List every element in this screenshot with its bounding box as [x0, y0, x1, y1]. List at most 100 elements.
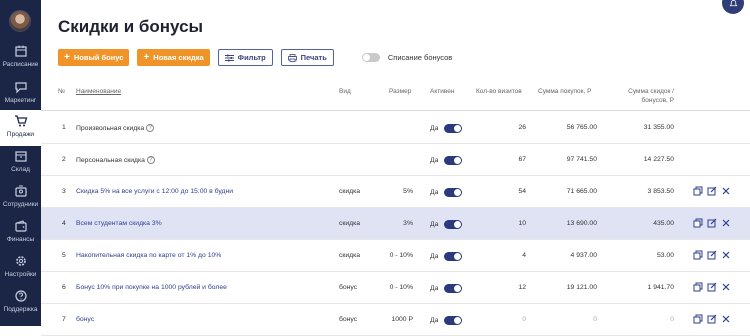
table-row[interactable]: 3 Скидка 5% на все услуги с 12:00 до 15:0… — [41, 176, 750, 208]
sidebar-item-label: Поддержка — [3, 306, 38, 313]
plus-icon: + — [143, 51, 150, 63]
print-label: Печать — [300, 53, 327, 62]
edit-icon[interactable] — [707, 282, 717, 292]
table-row[interactable]: 6 Бонус 10% при покупке на 1000 рублей и … — [41, 272, 750, 304]
copy-icon[interactable] — [693, 314, 703, 324]
chat-icon — [14, 82, 27, 94]
row-num: 7 — [62, 316, 66, 323]
table-row[interactable]: 1 Произвольная скидка? Да 26 56 765.00 31 355… — [41, 112, 750, 144]
row-num: 6 — [62, 284, 66, 291]
active-toggle[interactable] — [444, 156, 463, 165]
help-icon[interactable]: ? — [146, 124, 155, 132]
edit-icon[interactable] — [707, 250, 717, 260]
row-visits: 0 — [522, 316, 526, 323]
row-name[interactable]: бонус — [76, 316, 94, 323]
copy-icon[interactable] — [693, 186, 703, 196]
edit-icon[interactable] — [707, 218, 717, 228]
row-name-text: Скидка 5% на все услуги с 12:00 до 15:00… — [76, 188, 234, 195]
calendar-icon — [14, 45, 27, 57]
row-sum: 13 690.00 — [566, 220, 597, 227]
table-row[interactable]: 7 бонус бонус 1000 Р Да 0 0 0 — [41, 304, 750, 336]
col-active: Активен — [430, 88, 455, 95]
sidebar-item-settings[interactable]: Настройки — [0, 250, 41, 286]
active-toggle[interactable] — [444, 188, 463, 197]
row-visits: 12 — [518, 284, 526, 291]
copy-icon[interactable] — [693, 218, 703, 228]
help-icon[interactable]: ? — [146, 156, 155, 164]
copy-icon[interactable] — [693, 250, 703, 260]
row-num: 3 — [62, 188, 66, 195]
sidebar-item-marketing[interactable]: Маркетинг — [0, 76, 41, 112]
delete-icon[interactable] — [721, 218, 731, 228]
copy-icon[interactable] — [693, 282, 703, 292]
row-active: Да — [430, 316, 463, 325]
sidebar-item-finance[interactable]: Финансы — [0, 215, 41, 251]
row-name-text: бонус — [76, 316, 95, 323]
col-discounts-line1: Сумма скидок / — [628, 88, 674, 95]
delete-icon[interactable] — [721, 282, 731, 292]
sidebar-item-label: Склад — [11, 166, 30, 173]
avatar[interactable] — [9, 10, 31, 32]
toolbar: + Новый бонус + Новая скидка Фильтр Печа… — [58, 49, 452, 66]
row-name[interactable]: Скидка 5% на все услуги с 12:00 до 15:00… — [76, 188, 233, 195]
filter-button[interactable]: Фильтр — [217, 49, 273, 66]
new-bonus-button[interactable]: + Новый бонус — [58, 49, 130, 66]
edit-icon[interactable] — [707, 186, 717, 196]
row-num: 4 — [62, 220, 66, 227]
row-name-text: Произвольная скидка — [76, 124, 145, 132]
print-button[interactable]: Печать — [280, 49, 334, 66]
row-name: Произвольная скидка? — [76, 124, 155, 132]
sidebar-item-staff[interactable]: Сотрудники — [0, 180, 41, 216]
sidebar-item-warehouse[interactable]: Склад — [0, 145, 41, 181]
row-size: 5% — [403, 188, 413, 195]
table-row[interactable]: 2 Персональная скидка? Да 67 97 741.50 14 227… — [41, 144, 750, 176]
table-row[interactable]: 4 Всем студентам скидка 3% скидка 3% Да 10 13 … — [41, 208, 750, 240]
col-visits: Кол-во визитов — [476, 88, 522, 95]
row-name[interactable]: Всем студентам скидка 3% — [76, 220, 162, 227]
row-name[interactable]: Накопительная скидка по карте от 1% до 1… — [76, 252, 221, 259]
row-num: 5 — [62, 252, 66, 259]
col-name[interactable]: Наименование — [76, 87, 121, 96]
sidebar-item-label: Финансы — [6, 236, 35, 243]
row-visits: 67 — [518, 156, 526, 163]
active-toggle[interactable] — [444, 252, 463, 261]
row-name[interactable]: Бонус 10% при покупке на 1000 рублей и б… — [76, 284, 227, 291]
gear-icon — [15, 256, 26, 266]
sidebar-item-sales[interactable]: Продажи — [0, 110, 41, 146]
sidebar-item-support[interactable]: Поддержка — [0, 285, 41, 321]
delete-icon[interactable] — [721, 186, 731, 196]
active-toggle[interactable] — [444, 316, 463, 325]
row-actions — [693, 314, 735, 324]
row-kind: бонус — [339, 284, 358, 291]
sidebar: Расписание Маркетинг Продажи Склад Сотру… — [0, 0, 41, 326]
table-row[interactable]: 5 Накопительная скидка по карте от 1% до … — [41, 240, 750, 272]
edit-icon[interactable] — [707, 314, 717, 324]
row-active: Да — [430, 188, 463, 197]
row-sum: 19 121.00 — [566, 284, 597, 291]
delete-icon[interactable] — [721, 314, 731, 324]
new-discount-button[interactable]: + Новая скидка — [137, 49, 210, 66]
notifications-button[interactable] — [722, 0, 744, 14]
row-sum: 71 665.00 — [566, 188, 597, 195]
row-active-text: Да — [430, 253, 439, 260]
row-visits: 26 — [518, 124, 526, 131]
bonus-write-off-toggle[interactable] — [361, 53, 380, 62]
badge-icon — [14, 185, 27, 197]
active-toggle[interactable] — [444, 124, 463, 133]
row-active: Да — [430, 156, 463, 165]
col-size: Размер — [389, 88, 412, 95]
row-size: 0 - 10% — [389, 284, 413, 291]
active-toggle[interactable] — [444, 284, 463, 293]
row-active: Да — [430, 220, 463, 229]
row-discounts: 53.00 — [656, 252, 674, 259]
active-toggle[interactable] — [444, 220, 463, 229]
printer-icon — [287, 53, 297, 62]
sidebar-item-label: Расписание — [2, 61, 39, 68]
delete-icon[interactable] — [721, 250, 731, 260]
bonus-write-off: Списание бонусов — [361, 53, 453, 62]
sidebar-item-schedule[interactable]: Расписание — [0, 40, 41, 76]
row-name-text: Всем студентам скидка 3% — [76, 220, 162, 227]
row-name-text: Накопительная скидка по карте от 1% до 1… — [76, 252, 222, 259]
bonus-write-off-label: Списание бонусов — [387, 53, 453, 62]
row-sum: 56 765.00 — [566, 124, 597, 131]
